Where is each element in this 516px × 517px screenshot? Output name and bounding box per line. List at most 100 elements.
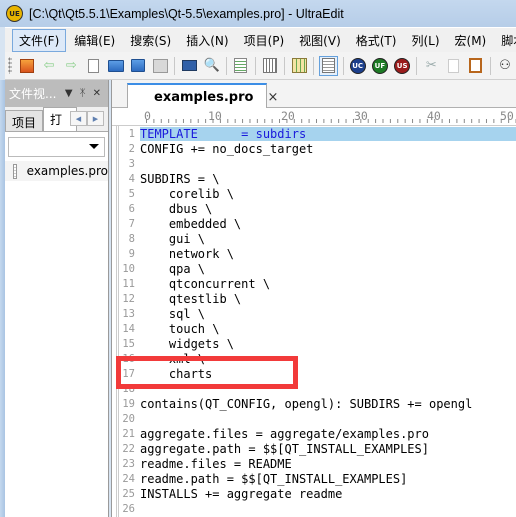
menu-bar: 文件(F) 编辑(E) 搜索(S) 插入(N) 项目(P) 视图(V) 格式(T… <box>5 27 516 52</box>
toolbar-separator <box>416 56 418 75</box>
panel-title: 文件视... <box>9 87 57 101</box>
code-line[interactable]: 14 touch \ <box>112 321 516 336</box>
code-line[interactable]: 10 qpa \ <box>112 261 516 276</box>
uc-icon[interactable]: UC <box>349 56 367 76</box>
close-icon[interactable]: ✕ <box>93 88 101 99</box>
file-name: examples.pro <box>26 164 108 178</box>
column-mode-icon[interactable] <box>290 56 308 76</box>
code-line[interactable]: 3 <box>112 156 516 171</box>
open-recent-icon[interactable] <box>18 56 36 76</box>
menu-project[interactable]: 项目(P) <box>237 29 292 52</box>
menu-macro[interactable]: 宏(M) <box>448 29 494 52</box>
menu-format[interactable]: 格式(T) <box>349 29 404 52</box>
code-line[interactable]: 15 widgets \ <box>112 336 516 351</box>
code-line[interactable]: 1 TEMPLATE = subdirs <box>112 126 516 141</box>
code-line[interactable]: 19 contains(QT_CONFIG, opengl): SUBDIRS +… <box>112 396 516 411</box>
menu-search[interactable]: 搜索(S) <box>123 29 178 52</box>
tab-scroll-arrows: ◀ ▶ <box>70 111 104 126</box>
open-file-icon[interactable] <box>129 56 147 76</box>
file-list-item[interactable]: examples.pro <box>5 161 108 181</box>
code-line[interactable]: 6 dbus \ <box>112 201 516 216</box>
code-line[interactable]: 23 readme.files = README <box>112 456 516 471</box>
panel-tabs: 项目 打 ◀ ▶ <box>5 107 108 131</box>
toolbar-grip-handle[interactable] <box>8 57 12 74</box>
code-line[interactable]: 8 gui \ <box>112 231 516 246</box>
menu-column[interactable]: 列(L) <box>404 29 446 52</box>
line-text: qtconcurrent \ <box>140 276 271 291</box>
line-text: aggregate.path = $$[QT_INSTALL_EXAMPLES] <box>140 441 429 456</box>
line-number: 26 <box>122 502 135 515</box>
code-line[interactable]: 17 charts <box>112 366 516 381</box>
line-text: TEMPLATE = subdirs <box>140 126 516 141</box>
line-text: contains(QT_CONFIG, opengl): SUBDIRS += … <box>140 396 473 411</box>
document-tab[interactable]: examples.pro × <box>127 83 278 109</box>
code-line[interactable]: 13 sql \ <box>112 306 516 321</box>
forward-arrow-icon[interactable]: ⇨ <box>62 56 80 76</box>
code-line[interactable]: 21 aggregate.files = aggregate/examples.p… <box>112 426 516 441</box>
tab-scroll-right-icon[interactable]: ▶ <box>87 111 104 126</box>
code-line[interactable]: 2 CONFIG += no_docs_target <box>112 141 516 156</box>
print-preview-icon[interactable]: 🔍 <box>203 56 221 76</box>
menu-view[interactable]: 视图(V) <box>292 29 348 52</box>
line-number: 15 <box>122 337 135 350</box>
line-number: 1 <box>128 127 135 140</box>
line-text: qpa \ <box>140 261 206 276</box>
line-number: 17 <box>122 367 135 380</box>
cut-icon[interactable]: ✂ <box>422 56 440 76</box>
line-number: 14 <box>122 322 135 335</box>
menu-insert[interactable]: 插入(N) <box>179 29 235 52</box>
menu-edit[interactable]: 编辑(E) <box>67 29 122 52</box>
save-icon[interactable] <box>151 56 169 76</box>
line-number: 16 <box>122 352 135 365</box>
ultraedit-logo-icon[interactable]: UE <box>6 5 23 22</box>
copy-icon[interactable] <box>444 56 462 76</box>
line-text: gui \ <box>140 231 206 246</box>
find-icon[interactable]: ⚇ <box>496 56 514 76</box>
title-bar: UE [C:\Qt\Qt5.5.1\Examples\Qt-5.5\exampl… <box>0 0 516 27</box>
code-line[interactable]: 25 INSTALLS += aggregate readme <box>112 486 516 501</box>
wordwrap-icon[interactable] <box>232 56 250 76</box>
code-line[interactable]: 20 <box>112 411 516 426</box>
new-file-icon[interactable] <box>84 56 102 76</box>
line-number: 24 <box>122 472 135 485</box>
open-folder-icon[interactable] <box>107 56 125 76</box>
menu-script[interactable]: 脚本 <box>494 29 516 52</box>
code-line[interactable]: 18 <box>112 381 516 396</box>
print-icon[interactable] <box>180 56 198 76</box>
code-line[interactable]: 5 corelib \ <box>112 186 516 201</box>
filter-combobox[interactable] <box>8 137 105 157</box>
code-line[interactable]: 26 <box>112 501 516 516</box>
paste-icon[interactable] <box>467 56 485 76</box>
code-line[interactable]: 4 SUBDIRS = \ <box>112 171 516 186</box>
menu-file[interactable]: 文件(F) <box>12 28 67 52</box>
line-text: readme.files = README <box>140 456 292 471</box>
line-number: 23 <box>122 457 135 470</box>
line-text: corelib \ <box>140 186 234 201</box>
line-text: dbus \ <box>140 201 213 216</box>
hex-edit-icon[interactable] <box>261 56 279 76</box>
code-line[interactable]: 12 qtestlib \ <box>112 291 516 306</box>
code-line[interactable]: 16 xml \ <box>112 351 516 366</box>
code-line[interactable]: 11 qtconcurrent \ <box>112 276 516 291</box>
line-number: 7 <box>128 217 135 230</box>
code-line[interactable]: 22 aggregate.path = $$[QT_INSTALL_EXAMPLE… <box>112 441 516 456</box>
code-line[interactable]: 7 embedded \ <box>112 216 516 231</box>
tab-project[interactable]: 项目 <box>5 110 44 131</box>
us-icon[interactable]: US <box>393 56 411 76</box>
panel-menu-dropdown-icon[interactable]: ▼ <box>65 88 73 99</box>
code-line[interactable]: 24 readme.path = $$[QT_INSTALL_EXAMPLES] <box>112 471 516 486</box>
chevron-down-icon[interactable] <box>89 144 99 149</box>
ruler-ticks <box>146 119 516 123</box>
line-number: 6 <box>128 202 135 215</box>
back-arrow-icon[interactable]: ⇦ <box>40 56 58 76</box>
code-area[interactable]: 1 TEMPLATE = subdirs 2 CONFIG += no_docs_ta… <box>112 126 516 516</box>
toolbar-separator <box>174 56 176 75</box>
close-tab-icon[interactable]: × <box>267 90 278 105</box>
line-text: widgets \ <box>140 336 234 351</box>
panel-body: examples.pro <box>5 131 108 517</box>
pin-icon[interactable]: ᛡ <box>80 88 86 99</box>
line-numbers-icon[interactable] <box>319 55 338 76</box>
tab-scroll-left-icon[interactable]: ◀ <box>70 111 87 126</box>
code-line[interactable]: 9 network \ <box>112 246 516 261</box>
uf-icon[interactable]: UF <box>371 56 389 76</box>
